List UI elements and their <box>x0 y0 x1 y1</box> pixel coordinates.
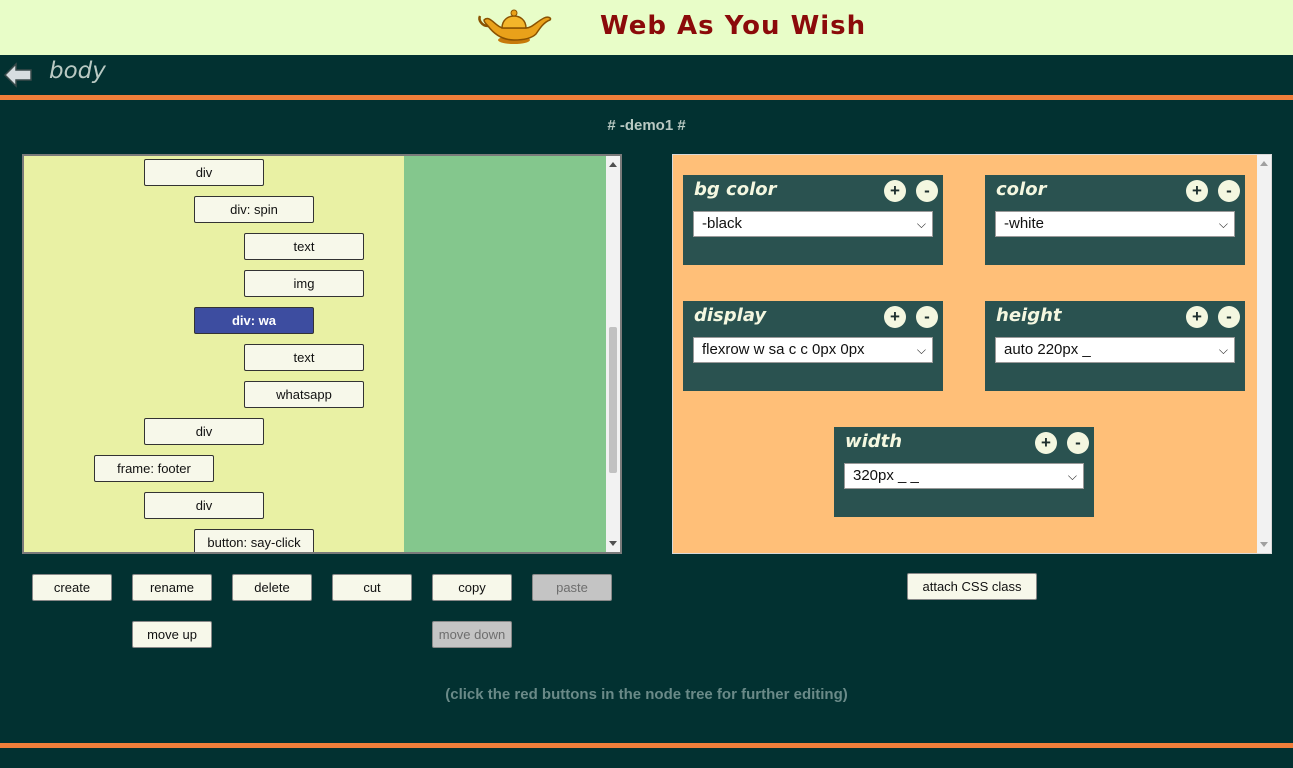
app-title: Web As You Wish <box>600 11 867 41</box>
tree-node[interactable]: button: say-click <box>194 529 314 552</box>
header-bar: Web As You Wish <box>0 0 1293 55</box>
prop-name: display <box>694 305 767 326</box>
tree-node[interactable]: div <box>144 492 264 519</box>
add-button[interactable]: + <box>884 180 906 202</box>
add-button[interactable]: + <box>884 306 906 328</box>
tree-node[interactable]: text <box>244 233 364 260</box>
prop-value: auto 220px _ <box>1004 341 1091 358</box>
divider <box>0 743 1293 748</box>
scroll-thumb[interactable] <box>609 327 617 473</box>
node-tree-panel: div div: spin text img div: wa text what… <box>22 154 622 554</box>
divider <box>0 95 1293 100</box>
tree-node[interactable]: img <box>244 270 364 297</box>
css-properties-panel: bg color + - -black ⌵ color + - -white ⌵… <box>672 154 1272 554</box>
cut-button[interactable]: cut <box>332 574 412 601</box>
hint-text: (click the red buttons in the node tree … <box>445 686 848 703</box>
prop-value-select[interactable]: -white ⌵ <box>995 211 1235 237</box>
tree-node[interactable]: text <box>244 344 364 371</box>
magic-lamp-icon <box>478 9 552 44</box>
scroll-down-icon[interactable] <box>1260 542 1268 547</box>
arrow-left-icon[interactable] <box>3 60 33 90</box>
tree-node[interactable]: whatsapp <box>244 381 364 408</box>
prop-value: -black <box>702 215 743 232</box>
tree-node-selected[interactable]: div: wa <box>194 307 314 334</box>
css-prop-display: display + - flexrow w sa c c 0px 0px ⌵ <box>683 301 943 391</box>
scroll-up-icon[interactable] <box>1260 161 1268 166</box>
add-button[interactable]: + <box>1186 306 1208 328</box>
tree-node[interactable]: div: spin <box>194 196 314 223</box>
add-button[interactable]: + <box>1186 180 1208 202</box>
move-up-button[interactable]: move up <box>132 621 212 648</box>
rename-button[interactable]: rename <box>132 574 212 601</box>
tree-node[interactable]: div <box>144 418 264 445</box>
prop-name: height <box>996 305 1062 326</box>
tree-scrollbar[interactable] <box>606 156 620 552</box>
css-prop-bg-color: bg color + - -black ⌵ <box>683 175 943 265</box>
breadcrumb-bar <box>0 55 1293 95</box>
chevron-down-icon: ⌵ <box>1218 217 1228 231</box>
remove-button[interactable]: - <box>1218 180 1240 202</box>
prop-value: -white <box>1004 215 1045 232</box>
tree-node[interactable]: div <box>144 159 264 186</box>
prop-value-select[interactable]: flexrow w sa c c 0px 0px ⌵ <box>693 337 933 363</box>
move-down-button[interactable]: move down <box>432 621 512 648</box>
tree-node[interactable]: frame: footer <box>94 455 214 482</box>
prop-name: color <box>996 179 1047 200</box>
scroll-up-icon[interactable] <box>609 162 617 167</box>
css-prop-height: height + - auto 220px _ ⌵ <box>985 301 1245 391</box>
prop-name: width <box>845 431 903 452</box>
add-button[interactable]: + <box>1035 432 1057 454</box>
page-title: # -demo1 # <box>607 117 686 134</box>
remove-button[interactable]: - <box>916 306 938 328</box>
delete-button[interactable]: delete <box>232 574 312 601</box>
chevron-down-icon: ⌵ <box>1067 469 1077 483</box>
css-prop-width: width + - 320px _ _ ⌵ <box>834 427 1094 517</box>
copy-button[interactable]: copy <box>432 574 512 601</box>
css-prop-color: color + - -white ⌵ <box>985 175 1245 265</box>
prop-value-select[interactable]: -black ⌵ <box>693 211 933 237</box>
remove-button[interactable]: - <box>1067 432 1089 454</box>
chevron-down-icon: ⌵ <box>916 343 926 357</box>
attach-css-class-button[interactable]: attach CSS class <box>907 573 1037 600</box>
tree-side-area <box>404 156 606 552</box>
create-button[interactable]: create <box>32 574 112 601</box>
css-scrollbar[interactable] <box>1257 155 1271 553</box>
remove-button[interactable]: - <box>1218 306 1240 328</box>
prop-value-select[interactable]: 320px _ _ ⌵ <box>844 463 1084 489</box>
remove-button[interactable]: - <box>916 180 938 202</box>
scroll-down-icon[interactable] <box>609 541 617 546</box>
prop-value-select[interactable]: auto 220px _ ⌵ <box>995 337 1235 363</box>
paste-button[interactable]: paste <box>532 574 612 601</box>
prop-name: bg color <box>694 179 777 200</box>
prop-value: flexrow w sa c c 0px 0px <box>702 341 865 358</box>
breadcrumb: body <box>49 58 106 84</box>
prop-value: 320px _ _ <box>853 467 919 484</box>
chevron-down-icon: ⌵ <box>1218 343 1228 357</box>
chevron-down-icon: ⌵ <box>916 217 926 231</box>
